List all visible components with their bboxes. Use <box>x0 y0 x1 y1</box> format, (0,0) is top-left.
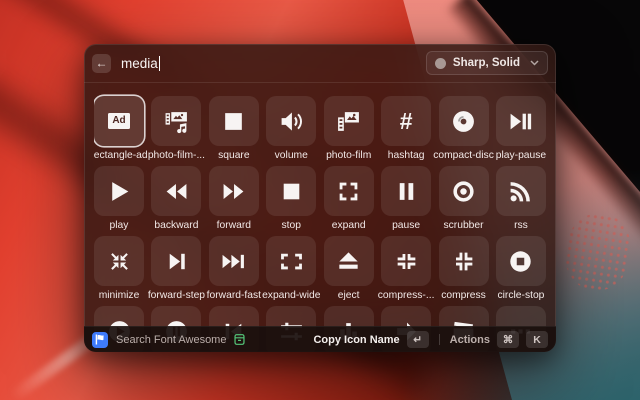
rss-icon <box>496 166 546 216</box>
icon-cell-play[interactable]: play <box>94 166 144 232</box>
volume-icon <box>266 96 316 146</box>
footer-separator <box>439 334 440 345</box>
footer-bar: Search Font Awesome Copy Icon Name ↵ Act… <box>84 326 556 352</box>
circle-stop-icon <box>496 236 546 286</box>
icon-label: forward-fast <box>207 289 261 302</box>
compress-icon <box>439 236 489 286</box>
icon-cell-photo-film[interactable]: photo-film <box>324 96 374 162</box>
icon-label: square <box>218 149 249 162</box>
icon-label: eject <box>338 289 360 302</box>
style-dropdown[interactable]: Sharp, Solid <box>426 51 548 75</box>
actions-menu-button[interactable]: Actions <box>450 334 490 346</box>
search-input[interactable]: media <box>121 56 426 71</box>
icon-label: pause <box>392 219 420 232</box>
icon-cell-backward[interactable]: backward <box>151 166 201 232</box>
icon-cell-minimize[interactable]: minimize <box>94 236 144 302</box>
copy-icon-name-action[interactable]: Copy Icon Name <box>313 334 399 346</box>
return-key[interactable]: ↵ <box>407 331 429 348</box>
icon-cell-rss[interactable]: rss <box>496 166 546 232</box>
forward-icon <box>209 166 259 216</box>
icon-label: expand-wide <box>262 289 320 302</box>
rectangle-ad-icon: Ad <box>94 96 144 146</box>
photo-film-icon <box>324 96 374 146</box>
hashtag-icon: # <box>381 96 431 146</box>
icon-cell-compact-disc[interactable]: compact-disc <box>439 96 489 162</box>
backward-icon <box>151 166 201 216</box>
icon-label: compress-... <box>378 289 435 302</box>
pause-icon <box>381 166 431 216</box>
icon-cell-photo-film-music[interactable]: photo-film-... <box>151 96 201 162</box>
icon-label: circle-stop <box>497 289 544 302</box>
icon-cell-stop[interactable]: stop <box>266 166 316 232</box>
icon-cell-forward-fast[interactable]: forward-fast <box>209 236 259 302</box>
search-value: media <box>121 56 158 71</box>
icon-cell-square[interactable]: square <box>209 96 259 162</box>
square-icon <box>209 96 259 146</box>
k-key[interactable]: K <box>526 331 548 348</box>
command-key[interactable]: ⌘ <box>497 331 519 348</box>
icon-cell-hashtag[interactable]: # hashtag <box>381 96 431 162</box>
icon-cell-rectangle-ad[interactable]: Adrectangle-ad <box>94 96 144 162</box>
stop-icon <box>266 166 316 216</box>
icon-label: compress <box>441 289 486 302</box>
photo-film-music-icon <box>151 96 201 146</box>
play-pause-icon <box>496 96 546 146</box>
play-icon <box>94 166 144 216</box>
back-button[interactable]: ← <box>92 54 111 73</box>
style-dropdown-label: Sharp, Solid <box>453 57 520 69</box>
icon-label: rectangle-ad <box>94 149 148 162</box>
icon-cell-compress-wide[interactable]: compress-... <box>381 236 431 302</box>
icon-cell-eject[interactable]: eject <box>324 236 374 302</box>
icon-cell-play-pause[interactable]: play-pause <box>496 96 546 162</box>
icon-cell-expand-wide[interactable]: expand-wide <box>266 236 316 302</box>
icon-label: forward-step <box>148 289 205 302</box>
font-awesome-flag-icon <box>92 332 108 348</box>
icon-cell-volume[interactable]: volume <box>266 96 316 162</box>
icon-label: backward <box>154 219 198 232</box>
icon-label: photo-film <box>326 149 371 162</box>
icon-cell-expand[interactable]: expand <box>324 166 374 232</box>
forward-fast-icon <box>209 236 259 286</box>
compact-disc-icon <box>439 96 489 146</box>
compress-wide-icon <box>381 236 431 286</box>
icon-cell-compress[interactable]: compress <box>439 236 489 302</box>
search-header: ← media Sharp, Solid <box>84 44 556 82</box>
forward-step-icon <box>151 236 201 286</box>
expand-icon <box>324 166 374 216</box>
screen: ← media Sharp, Solid Adrectangle-adphoto… <box>0 0 640 400</box>
icon-cell-forward-step[interactable]: forward-step <box>151 236 201 302</box>
icon-search-window: ← media Sharp, Solid Adrectangle-adphoto… <box>84 44 556 352</box>
app-label: Search Font Awesome <box>116 334 226 346</box>
icon-label: stop <box>282 219 301 232</box>
icon-label: minimize <box>99 289 140 302</box>
icon-label: forward <box>217 219 251 232</box>
expand-wide-icon <box>266 236 316 286</box>
icon-label: scrubber <box>444 219 484 232</box>
icon-label: rss <box>514 219 528 232</box>
minimize-icon <box>94 236 144 286</box>
icon-cell-pause[interactable]: pause <box>381 166 431 232</box>
icon-label: photo-film-... <box>148 149 205 162</box>
icon-label: play <box>110 219 129 232</box>
icon-cell-scrubber[interactable]: scrubber <box>439 166 489 232</box>
icon-cell-circle-stop[interactable]: circle-stop <box>496 236 546 302</box>
icon-label: play-pause <box>496 149 546 162</box>
icon-label: volume <box>275 149 308 162</box>
icon-label: compact-disc <box>433 149 494 162</box>
icon-label: expand <box>332 219 366 232</box>
icon-results-grid: Adrectangle-adphoto-film-...squarevolume… <box>94 83 546 352</box>
text-caret <box>159 56 161 71</box>
eject-icon <box>324 236 374 286</box>
icon-label: hashtag <box>388 149 425 162</box>
scrubber-icon <box>439 166 489 216</box>
box-status-icon <box>233 333 246 346</box>
style-dot-icon <box>435 58 446 69</box>
icon-cell-forward[interactable]: forward <box>209 166 259 232</box>
chevron-down-icon <box>530 60 539 66</box>
